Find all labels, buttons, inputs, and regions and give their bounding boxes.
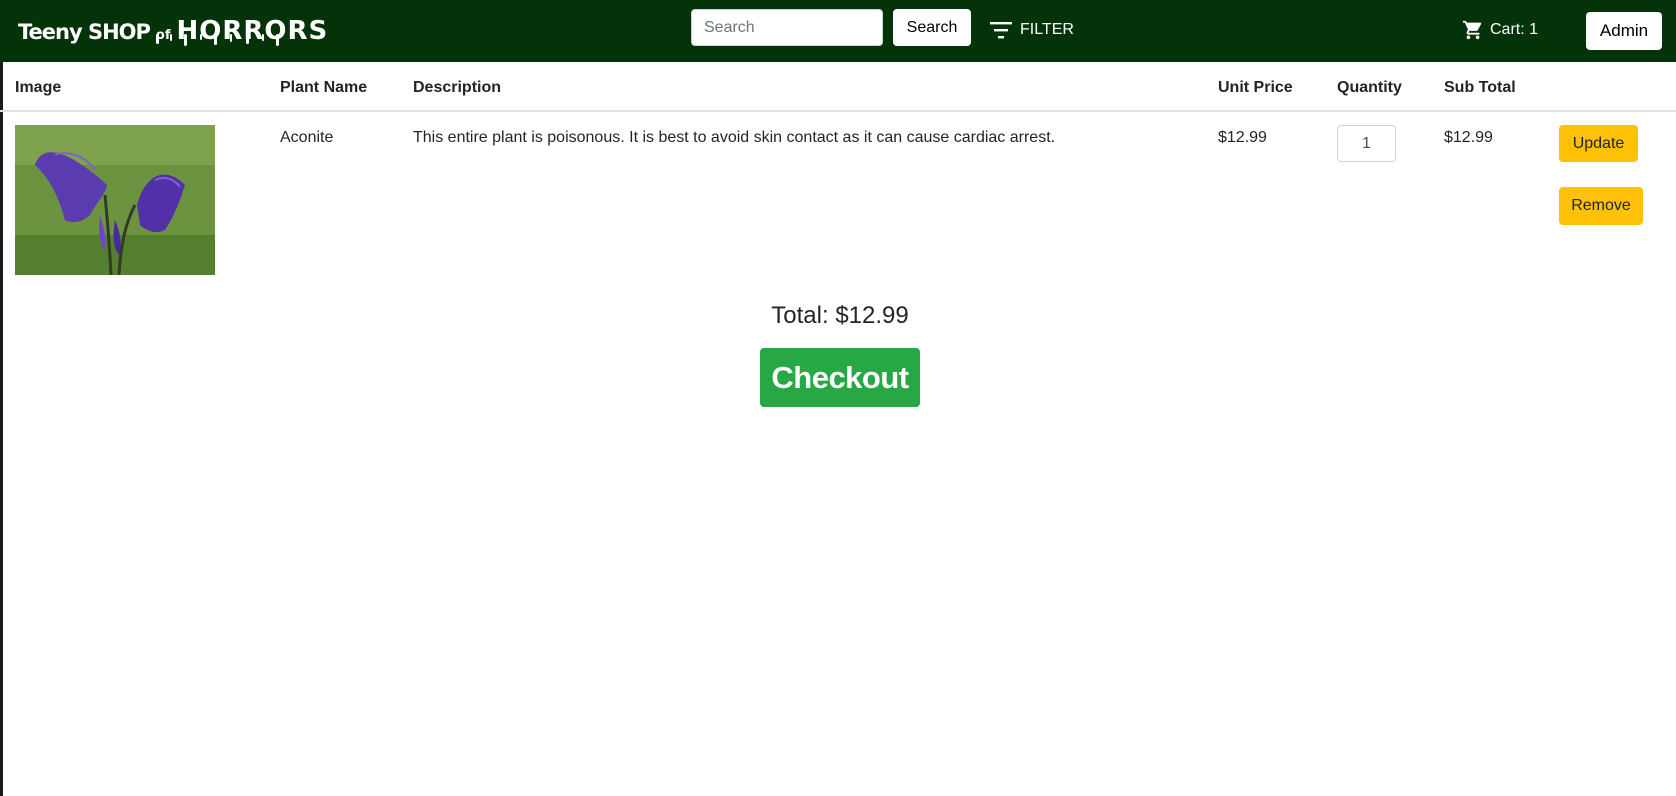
shopping-cart-icon (1462, 20, 1482, 40)
navbar: Teeny SHOP of HORRORS Search FILTER C (0, 0, 1676, 62)
column-header-quantity: Quantity (1337, 79, 1402, 96)
filter-icon (990, 22, 1012, 39)
column-header-plant-name: Plant Name (280, 79, 368, 96)
table-row: Aconite This entire plant is poisonous. … (0, 112, 1676, 282)
search-input[interactable] (691, 9, 883, 46)
admin-button[interactable]: Admin (1586, 12, 1662, 50)
column-header-image: Image (15, 79, 62, 96)
update-button[interactable]: Update (1559, 125, 1638, 162)
plant-name-cell: Aconite (280, 129, 334, 146)
column-header-description: Description (413, 79, 502, 96)
cart-link[interactable]: Cart: 1 (1462, 17, 1538, 43)
search-button[interactable]: Search (893, 9, 971, 46)
quantity-input[interactable] (1337, 125, 1396, 162)
description-cell: This entire plant is poisonous. It is be… (413, 129, 1056, 146)
column-header-unit-price: Unit Price (1218, 79, 1293, 96)
cart-label: Cart: 1 (1490, 21, 1539, 38)
remove-button[interactable]: Remove (1559, 187, 1643, 225)
brand-part-1: Teeny SHOP (18, 20, 151, 44)
brand-drips-decoration (156, 34, 279, 46)
cart-total: Total: $12.99 (771, 302, 909, 329)
plant-image (15, 125, 215, 275)
unit-price-cell: $12.99 (1218, 129, 1267, 146)
column-header-sub-total: Sub Total (1444, 79, 1516, 96)
sub-total-cell: $12.99 (1444, 129, 1493, 146)
checkout-button[interactable]: Checkout (760, 348, 920, 407)
filter-label: FILTER (1020, 21, 1074, 38)
cart-table-header: Image Plant Name Description Unit Price … (0, 62, 1676, 112)
filter-button[interactable]: FILTER (990, 17, 1074, 43)
